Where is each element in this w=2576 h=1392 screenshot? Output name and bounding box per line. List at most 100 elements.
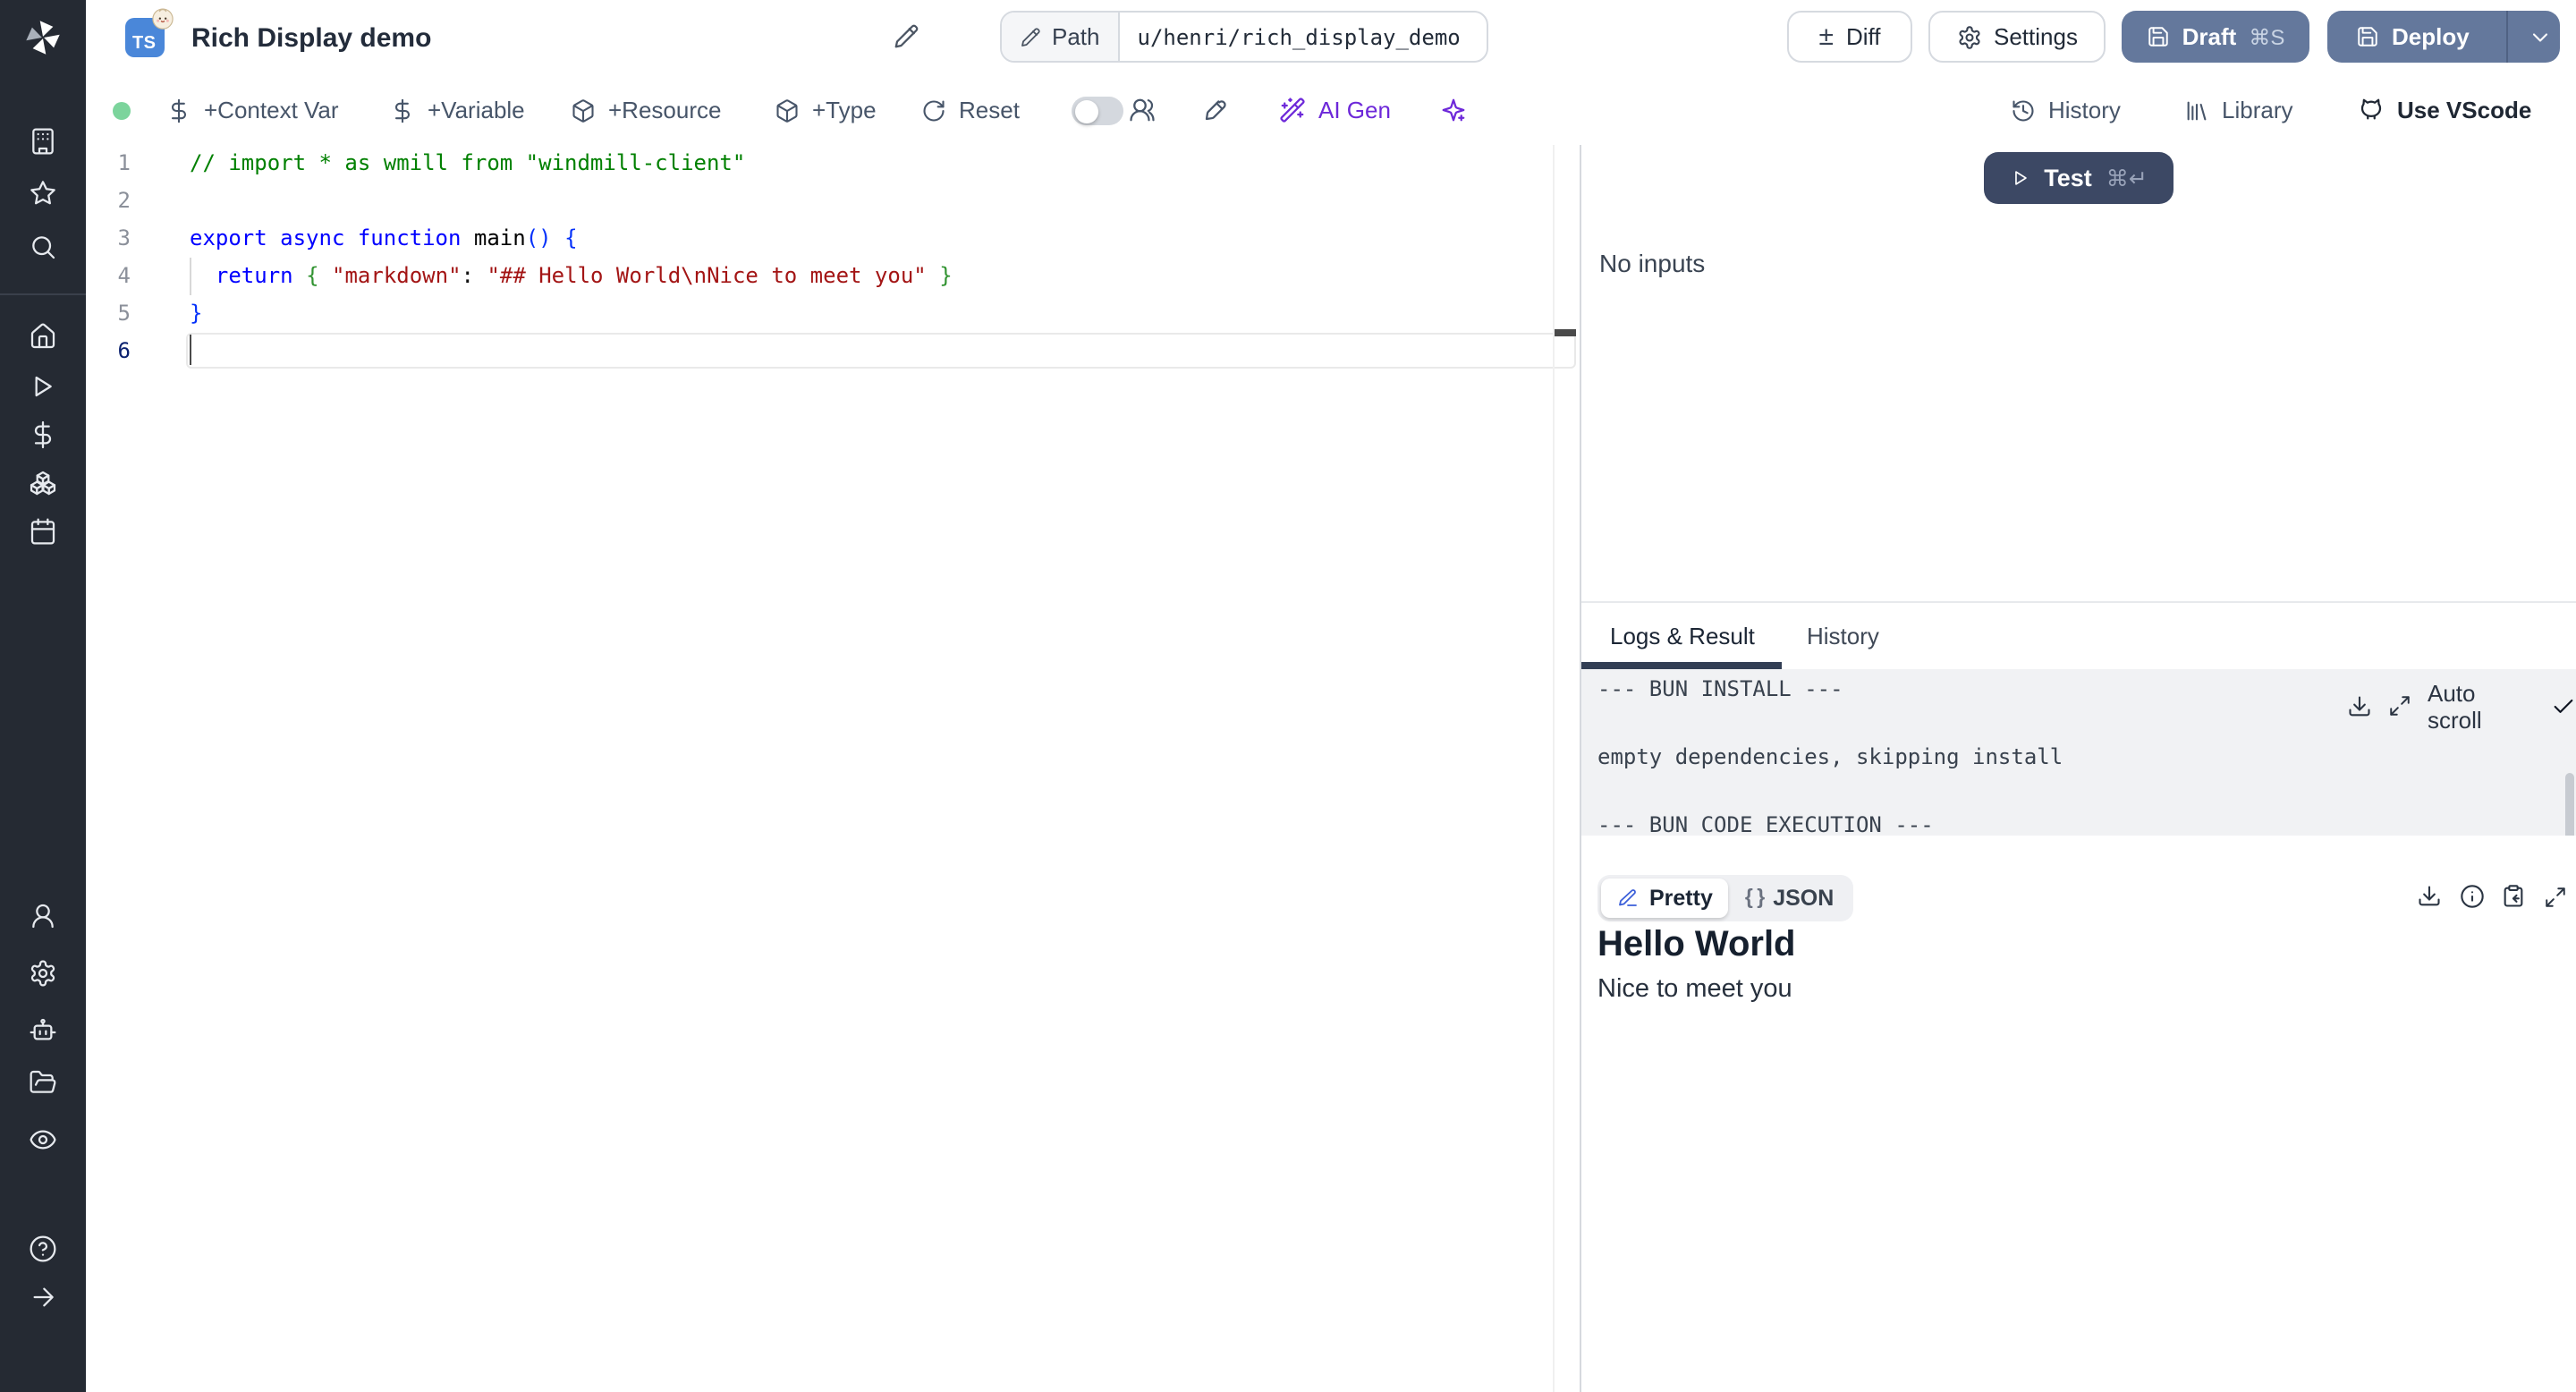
code-editor[interactable]: 1 // import * as wmill from "windmill-cli… (86, 145, 1580, 1392)
log-output: --- BUN INSTALL --- empty dependencies, … (1581, 668, 2576, 836)
package-icon (776, 98, 798, 122)
download-icon (2419, 886, 2440, 906)
toolbar-add-variable-button[interactable]: +Variable (390, 75, 525, 145)
code-line-text: } (190, 295, 202, 333)
tab-history[interactable]: History (1807, 603, 1879, 667)
users-icon (1130, 98, 1155, 122)
code-line: 3 export async function main() { (86, 220, 1580, 258)
sidebar-item-bot[interactable] (0, 1006, 86, 1056)
toolbar-button-label: +Context Var (204, 97, 339, 123)
chevron-down-icon (2528, 24, 2553, 49)
ai-sparkles-button[interactable] (1440, 75, 1467, 145)
history-label: History (2048, 97, 2121, 123)
use-vscode-button[interactable]: Use VScode (2358, 75, 2531, 145)
deploy-menu-button[interactable] (2521, 11, 2560, 63)
chevron-down-icon (2532, 32, 2548, 41)
save-icon (2148, 27, 2168, 47)
wand-icon (1279, 97, 1306, 123)
auto-scroll-check-icon[interactable] (2551, 693, 2576, 718)
sidebar-item-play[interactable] (0, 361, 86, 412)
draft-button[interactable]: Draft ⌘S (2122, 11, 2309, 63)
typescript-badge-label: TS (132, 34, 157, 54)
copy-result-button[interactable] (2501, 884, 2526, 909)
clipboard-icon (2504, 885, 2523, 907)
toolbar-button-label: +Variable (428, 97, 525, 123)
star-icon (30, 181, 55, 205)
sidebar-item-boxes[interactable] (0, 458, 86, 508)
history-button[interactable]: History (2011, 75, 2121, 145)
format-code-button[interactable] (1202, 75, 1229, 145)
download-logs-button[interactable] (2347, 693, 2372, 718)
diff-button-label: Diff (1845, 23, 1881, 50)
toolbar-add-resource-button[interactable]: +Resource (571, 75, 721, 145)
sidebar-item-eye[interactable] (0, 1115, 86, 1165)
settings-button[interactable]: Settings (1928, 11, 2106, 63)
sidebar-item-user[interactable] (0, 891, 86, 941)
sidebar-item-dollar[interactable] (0, 410, 86, 460)
gear-icon (1956, 24, 1981, 49)
pen-icon (1617, 887, 1639, 909)
toolbar-add-context-var-button[interactable]: +Context Var (166, 75, 339, 145)
deploy-button[interactable]: Deploy (2327, 11, 2495, 63)
expand-icon (2390, 696, 2410, 716)
toolbar-button-label: Reset (959, 97, 1020, 123)
windmill-app: TS Rich Display demo Path u/henri/rich_d… (0, 0, 2576, 1392)
line-number: 6 (117, 338, 131, 363)
toolbar-add-type-button[interactable]: +Type (775, 75, 877, 145)
json-label: JSON (1773, 886, 1835, 911)
code-line-text: export async function main() { (190, 220, 578, 258)
sparkles-icon (1440, 97, 1467, 123)
tabs-bar: Logs & Result History (1581, 601, 2576, 668)
eye-icon (30, 1130, 56, 1150)
info-button[interactable] (2459, 884, 2484, 909)
sidebar (0, 0, 86, 1392)
active-tab-underline (1581, 662, 1782, 668)
pretty-toggle[interactable]: Pretty (1601, 878, 1729, 918)
draft-button-label: Draft (2182, 23, 2237, 50)
toolbar-reset-button[interactable]: Reset (921, 75, 1020, 145)
sidebar-item-help[interactable] (0, 1224, 86, 1274)
sidebar-divider (0, 293, 86, 295)
help-icon (30, 1235, 56, 1262)
path-field[interactable]: Path u/henri/rich_display_demo (1000, 11, 1488, 63)
sidebar-item-search[interactable] (0, 222, 86, 272)
indent-guide (189, 258, 191, 295)
brush-icon (1202, 97, 1229, 123)
code-line: 4 return { "markdown": "## Hello World\n… (86, 258, 1580, 295)
plus-minus-icon: ± (1818, 21, 1834, 52)
sidebar-item-arrow-right[interactable] (0, 1272, 86, 1322)
boxes-icon (30, 471, 56, 496)
result-panel: Pretty { } JSON Hello World Nice to meet… (1581, 836, 2576, 1392)
windmill-logo[interactable] (23, 18, 63, 57)
edit-title-button[interactable] (893, 23, 921, 52)
users-icon (1129, 97, 1156, 123)
library-button[interactable]: Library (2184, 75, 2293, 145)
sidebar-item-building[interactable] (0, 116, 86, 166)
diff-button[interactable]: ± Diff (1787, 11, 1912, 63)
sidebar-item-folder[interactable] (0, 1057, 86, 1108)
sidebar-item-calendar[interactable] (0, 506, 86, 556)
code-token: "## Hello World\nNice to meet you" (487, 263, 927, 288)
sidebar-item-settings[interactable] (0, 948, 86, 998)
test-button[interactable]: Test ⌘↵ (1984, 152, 2174, 204)
json-toggle[interactable]: { } JSON (1729, 878, 1850, 918)
run-panel: Test ⌘↵ No inputs Logs & Result History … (1581, 145, 2576, 1392)
line-number: 4 (117, 263, 131, 288)
result-body: Nice to meet you (1597, 975, 1792, 1004)
download-result-button[interactable] (2417, 884, 2442, 909)
multiplayer-toggle[interactable] (1072, 97, 1123, 125)
sidebar-item-star[interactable] (0, 168, 86, 218)
tab-logs-result[interactable]: Logs & Result (1610, 603, 1755, 667)
collab-users-button[interactable] (1129, 75, 1156, 145)
folder-icon (30, 1070, 56, 1093)
expand-result-button[interactable] (2543, 885, 2566, 908)
dollar-icon (394, 98, 411, 123)
ai-gen-button[interactable]: AI Gen (1279, 75, 1391, 145)
sidebar-item-home[interactable] (0, 311, 86, 361)
expand-logs-button[interactable] (2388, 694, 2411, 717)
info-icon (2460, 885, 2483, 908)
path-label: Path (1002, 13, 1120, 61)
code-token: main (473, 225, 526, 250)
